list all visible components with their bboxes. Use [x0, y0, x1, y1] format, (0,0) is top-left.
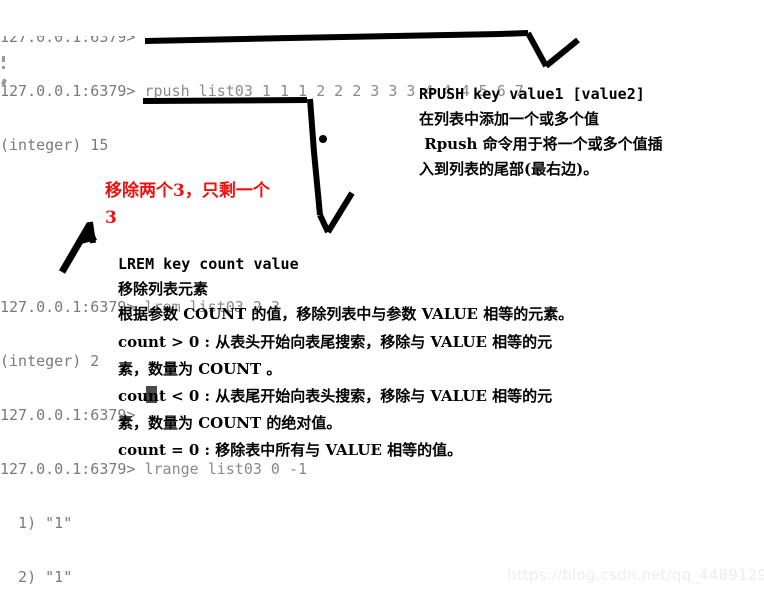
terminal-line: (integer) 15: [0, 136, 470, 154]
stray-mark: [2, 66, 5, 69]
terminal-prompt: 127.0.0.1:6379>: [0, 460, 136, 478]
red-note-line-2: 3: [105, 208, 117, 228]
terminal-command: lrange list03 0 -1: [135, 460, 308, 478]
rpush-arrow-left: [525, 31, 549, 68]
watermark: https://blog.csdn.net/qq_44891295: [507, 566, 764, 584]
terminal-list-item: 1) "1": [0, 514, 73, 532]
lrem-doc-title: LREM key count value: [118, 255, 299, 273]
lrem-doc-line-7: count = 0 : 移除表中所有与 VALUE 相等的值。: [118, 441, 463, 459]
terminal-prompt: 127.0.0.1:6379>: [0, 406, 136, 424]
terminal-list-item: 2) "1": [0, 568, 73, 586]
terminal-line: 127.0.0.1:6379> lrange list03 0 -1: [0, 460, 470, 478]
terminal-line: 127.0.0.1:6379>: [0, 36, 470, 46]
terminal-prompt: 127.0.0.1:6379>: [0, 36, 136, 46]
screenshot-root: 127.0.0.1:6379> 127.0.0.1:6379> rpush li…: [0, 0, 764, 592]
rpush-doc-line-2: Rpush 命令用于将一个或多个值插: [419, 135, 663, 153]
rpush-doc-line-1: 在列表中添加一个或多个值: [419, 110, 600, 128]
stray-mark: [2, 56, 5, 62]
lrem-doc-line-1: 移除列表元素: [118, 280, 209, 298]
red-note-line-1: 移除两个3，只剩一个: [105, 181, 270, 201]
terminal-line: 127.0.0.1:6379> rpush list03 1 1 1 2 2 2…: [0, 82, 524, 100]
rpush-arrow-right: [544, 37, 580, 69]
terminal-prompt: 127.0.0.1:6379>: [0, 298, 136, 316]
terminal-result: (integer) 2: [0, 352, 100, 370]
terminal-output: 127.0.0.1:6379> 127.0.0.1:6379> rpush li…: [0, 0, 524, 592]
terminal-result: (integer) 15: [0, 136, 109, 154]
lrem-doc-line-3: count > 0 : 从表头开始向表尾搜索，移除与 VALUE 相等的元: [118, 333, 553, 351]
lrem-doc-line-4: 素，数量为 COUNT 。: [118, 360, 282, 378]
lrem-doc-line-5: count < 0 : 从表尾开始向表头搜索，移除与 VALUE 相等的元: [118, 387, 553, 405]
lrem-doc-line-6: 素，数量为 COUNT 的绝对值。: [118, 414, 342, 432]
terminal-prompt: 127.0.0.1:6379>: [0, 82, 136, 100]
lrem-doc-line-2: 根据参数 COUNT 的值，移除列表中与参数 VALUE 相等的元素。: [118, 305, 574, 323]
rpush-doc-title: RPUSH key value1 [value2]: [419, 85, 645, 103]
rpush-doc-line-3: 入到列表的尾部(最右边)。: [419, 160, 599, 178]
